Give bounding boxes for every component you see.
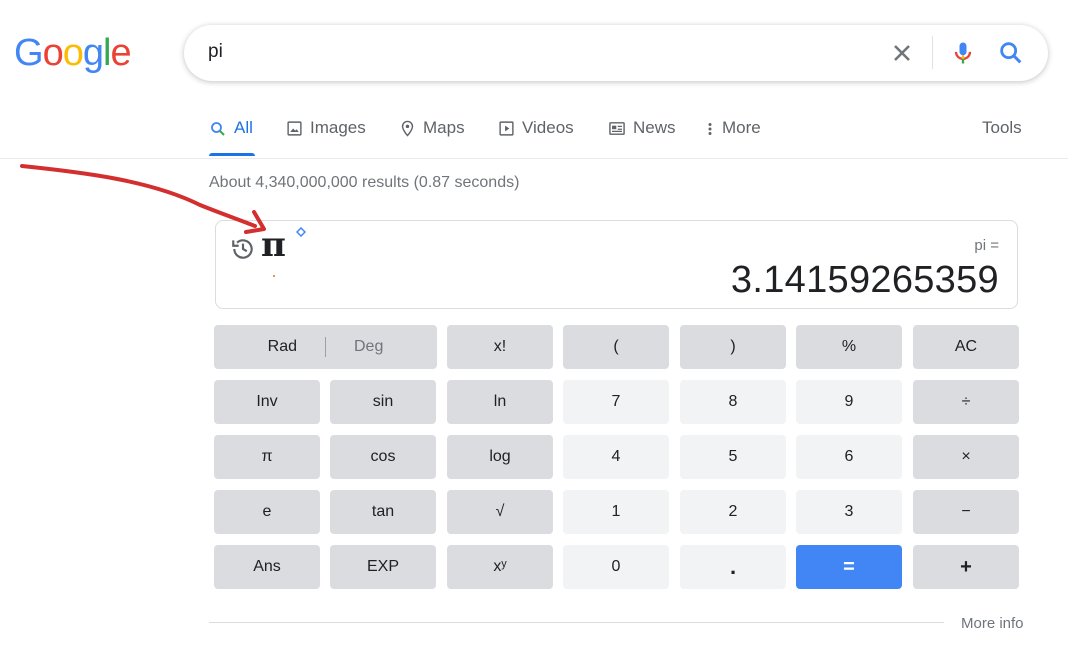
tab-label: All <box>234 118 253 137</box>
map-pin-icon <box>401 120 414 137</box>
tab-label: Videos <box>522 118 574 137</box>
decimal-button[interactable]: . <box>680 545 786 589</box>
log-button[interactable]: log <box>447 435 553 479</box>
search-input[interactable] <box>208 38 848 66</box>
image-icon <box>287 121 302 136</box>
digit-9-button[interactable]: 9 <box>796 380 902 424</box>
tab-all[interactable]: All <box>209 118 253 158</box>
tab-images[interactable]: Images <box>286 118 366 158</box>
tab-label: More <box>722 118 761 137</box>
result-stats: About 4,340,000,000 results (0.87 second… <box>209 174 520 191</box>
power-button[interactable]: xʸ <box>447 545 553 589</box>
pi-button[interactable]: π <box>214 435 320 479</box>
digit-0-button[interactable]: 0 <box>563 545 669 589</box>
divide-button[interactable]: ÷ <box>913 380 1019 424</box>
calculator-display: π pi = 3.14159265359 <box>215 220 1018 309</box>
digit-6-button[interactable]: 6 <box>796 435 902 479</box>
tab-maps[interactable]: Maps <box>399 118 465 158</box>
digit-2-button[interactable]: 2 <box>680 490 786 534</box>
logo-letter: o <box>62 32 84 74</box>
right-paren-button[interactable]: ) <box>680 325 786 369</box>
history-expression[interactable]: π <box>261 225 286 265</box>
deg-button[interactable]: Deg <box>354 338 383 356</box>
calculator-expression: pi = <box>974 237 999 254</box>
digit-8-button[interactable]: 8 <box>680 380 786 424</box>
cursor-dot <box>273 275 275 277</box>
digit-7-button[interactable]: 7 <box>563 380 669 424</box>
digit-3-button[interactable]: 3 <box>796 490 902 534</box>
play-icon <box>499 121 514 136</box>
logo-letter: g <box>82 32 104 74</box>
sin-button[interactable]: sin <box>330 380 436 424</box>
calculator-result: 3.14159265359 <box>730 259 999 301</box>
tab-label: Images <box>310 118 366 137</box>
logo-letter: l <box>102 32 112 74</box>
cos-button[interactable]: cos <box>330 435 436 479</box>
search-icon <box>211 122 225 136</box>
ans-button[interactable]: Ans <box>214 545 320 589</box>
google-logo[interactable]: Google <box>14 32 132 74</box>
clear-button[interactable]: AC <box>913 325 1019 369</box>
rad-deg-toggle[interactable]: Rad Deg <box>214 325 437 369</box>
multiply-button[interactable]: × <box>913 435 1019 479</box>
search-tabs: All Images Maps Videos News More Tools <box>0 112 1068 159</box>
tab-label: Maps <box>423 118 465 137</box>
tab-label: News <box>633 118 676 137</box>
search-icon[interactable] <box>997 39 1025 67</box>
tools-button[interactable]: Tools <box>982 118 1022 158</box>
minus-button[interactable]: − <box>913 490 1019 534</box>
percent-button[interactable]: % <box>796 325 902 369</box>
left-paren-button[interactable]: ( <box>563 325 669 369</box>
logo-letter: o <box>42 32 64 74</box>
digit-1-button[interactable]: 1 <box>563 490 669 534</box>
close-icon[interactable] <box>888 39 916 67</box>
equals-button[interactable]: = <box>796 545 902 589</box>
more-vert-icon <box>708 123 712 135</box>
plus-button[interactable]: + <box>913 545 1019 589</box>
e-button[interactable]: e <box>214 490 320 534</box>
tools-label: Tools <box>982 118 1022 137</box>
rad-button[interactable]: Rad <box>268 338 297 356</box>
tab-videos[interactable]: Videos <box>498 118 574 158</box>
logo-letter: e <box>110 32 131 74</box>
tab-news[interactable]: News <box>608 118 676 158</box>
more-info-link[interactable]: More info <box>961 615 1024 632</box>
digit-5-button[interactable]: 5 <box>680 435 786 479</box>
sqrt-button[interactable]: √ <box>447 490 553 534</box>
key-separator <box>325 337 326 357</box>
ln-button[interactable]: ln <box>447 380 553 424</box>
exp-button[interactable]: EXP <box>330 545 436 589</box>
inverse-button[interactable]: Inv <box>214 380 320 424</box>
tan-button[interactable]: tan <box>330 490 436 534</box>
logo-letter: G <box>14 32 44 74</box>
microphone-icon[interactable] <box>949 39 977 67</box>
bottom-divider <box>209 622 944 623</box>
history-icon[interactable] <box>230 236 256 262</box>
digit-4-button[interactable]: 4 <box>563 435 669 479</box>
search-box <box>184 25 1048 81</box>
diamond-icon <box>296 227 306 237</box>
news-icon <box>609 122 625 135</box>
factorial-button[interactable]: x! <box>447 325 553 369</box>
search-divider <box>932 36 933 69</box>
active-tab-indicator <box>209 153 255 156</box>
tab-more[interactable]: More <box>705 118 761 158</box>
